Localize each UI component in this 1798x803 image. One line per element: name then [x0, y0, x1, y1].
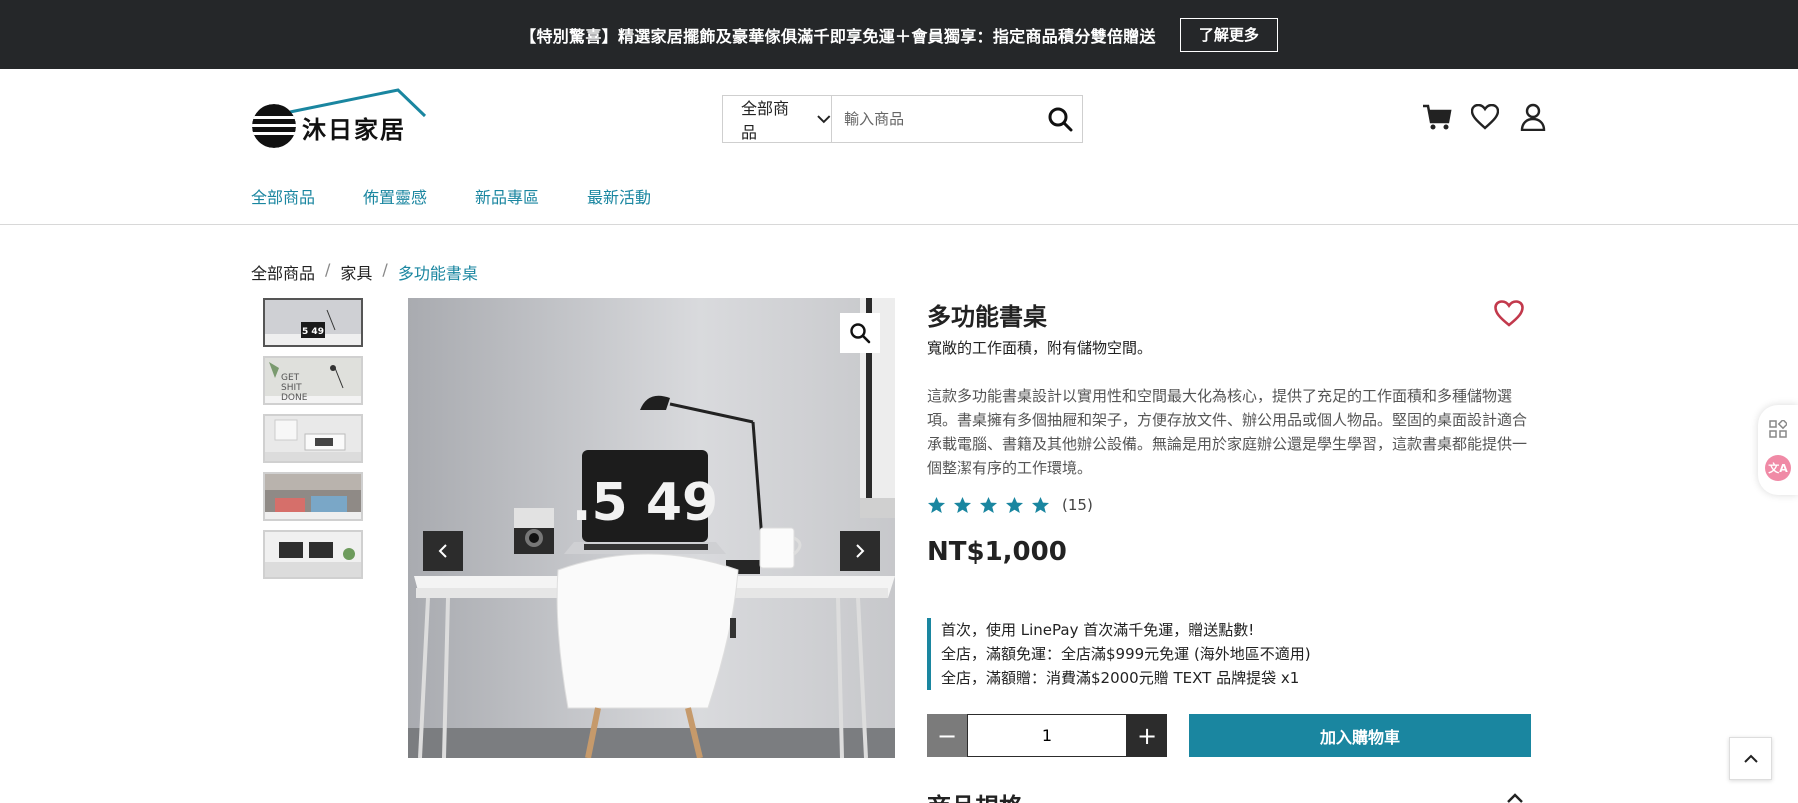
breadcrumb-current: 多功能書桌: [397, 264, 478, 283]
brand-name: 沐日家居: [302, 116, 406, 144]
promotion-item: 首次，使用 LinePay 首次滿千免運，贈送點數!: [941, 621, 1255, 639]
svg-text:SHIT: SHIT: [281, 383, 302, 393]
breadcrumb-separator: /: [382, 260, 388, 279]
breadcrumb: 全部商品 / 家具 / 多功能書桌: [251, 260, 478, 284]
thumb-clock-text: 5 49: [302, 327, 324, 337]
product-subtitle: 寬敞的工作面積，附有儲物空間。: [927, 339, 1153, 357]
search-input[interactable]: [832, 96, 1039, 142]
thumbnail-2[interactable]: GET SHIT DONE: [263, 356, 363, 405]
star-icon: [953, 496, 972, 514]
product-title: 多功能書桌: [927, 303, 1047, 331]
nav-item-all-products[interactable]: 全部商品: [251, 184, 315, 208]
quantity-decrease-button[interactable]: −: [927, 714, 967, 757]
breadcrumb-separator: /: [325, 260, 331, 279]
chevron-left-icon: [438, 544, 447, 558]
brand-logo[interactable]: 沐日家居: [250, 86, 430, 152]
heart-icon[interactable]: [1470, 101, 1500, 133]
promotion-item: 全店，滿額免運：全店滿$999元免運 (海外地區不適用): [941, 645, 1311, 663]
promotion-item: 全店，滿額贈：消費滿$2000元贈 TEXT 品牌提袋 x1: [941, 669, 1300, 687]
apps-icon[interactable]: [1769, 419, 1787, 438]
search-icon[interactable]: [1038, 96, 1082, 142]
translate-icon[interactable]: 文A: [1765, 454, 1791, 481]
back-to-top-button[interactable]: [1729, 737, 1772, 780]
star-icon: [979, 496, 998, 514]
image-prev-button[interactable]: [423, 531, 463, 571]
star-icon: [1005, 496, 1024, 514]
zoom-icon[interactable]: [840, 313, 880, 353]
cart-icon[interactable]: [1422, 101, 1452, 133]
search-category-label: 全部商品: [741, 99, 790, 142]
review-count: (15): [1062, 496, 1093, 514]
product-rating[interactable]: (15): [927, 496, 1093, 514]
quantity-increase-button[interactable]: +: [1127, 714, 1167, 757]
spec-section-heading[interactable]: 商品規格: [927, 787, 1023, 803]
thumbnail-1[interactable]: 5 49: [263, 298, 363, 347]
image-next-button[interactable]: [840, 531, 880, 571]
product-main-image[interactable]: .5 49: [408, 298, 895, 758]
nav-item-events[interactable]: 最新活動: [587, 184, 651, 208]
thumbnail-5[interactable]: [263, 530, 363, 579]
main-nav: 全部商品 佈置靈感 新品專區 最新活動: [251, 184, 651, 208]
add-to-cart-button[interactable]: 加入購物車: [1189, 714, 1531, 757]
promotion-list: 首次，使用 LinePay 首次滿千免運，贈送點數! 全店，滿額免運：全店滿$9…: [927, 618, 1311, 690]
learn-more-button[interactable]: 了解更多: [1179, 17, 1278, 52]
search-category-select[interactable]: 全部商品: [723, 96, 833, 142]
announcement-text: 【特別驚喜】精選家居擺飾及豪華傢俱滿千即享免運＋會員獨享：指定商品積分雙倍贈送: [520, 26, 1156, 46]
thumbnail-4[interactable]: [263, 472, 363, 521]
thumbnail-list: 5 49 GET SHIT DONE: [263, 298, 363, 579]
svg-text:DONE: DONE: [281, 393, 308, 403]
star-icon: [1031, 496, 1050, 514]
quantity-input[interactable]: [967, 714, 1127, 757]
rating-stars: [927, 496, 1050, 514]
chevron-up-icon: [1743, 754, 1758, 763]
thumb-poster-text: GET: [281, 373, 300, 383]
nav-divider: [0, 224, 1798, 225]
laptop-clock-text: .5 49: [572, 473, 718, 533]
nav-item-inspiration[interactable]: 佈置靈感: [363, 184, 427, 208]
quantity-stepper: − +: [927, 714, 1167, 757]
chevron-down-icon: [816, 115, 830, 124]
nav-item-new-arrivals[interactable]: 新品專區: [475, 184, 539, 208]
header-icons: [1422, 101, 1548, 133]
announcement-bar: 【特別驚喜】精選家居擺飾及豪華傢俱滿千即享免運＋會員獨享：指定商品積分雙倍贈送 …: [0, 0, 1798, 69]
breadcrumb-item-furniture[interactable]: 家具: [340, 260, 372, 284]
thumbnail-3[interactable]: [263, 414, 363, 463]
product-price: NT$1,000: [927, 537, 1067, 567]
product-description: 這款多功能書桌設計以實用性和空間最大化為核心，提供了充足的工作面積和多種儲物選項…: [927, 387, 1528, 477]
chevron-right-icon: [856, 544, 865, 558]
user-icon[interactable]: [1518, 101, 1548, 133]
star-icon: [927, 496, 946, 514]
chevron-up-icon[interactable]: [1506, 792, 1524, 803]
wishlist-heart-icon[interactable]: [1493, 298, 1525, 328]
search-bar: 全部商品: [722, 95, 1083, 143]
side-float-widget: 文A: [1758, 405, 1798, 495]
breadcrumb-item-all[interactable]: 全部商品: [251, 260, 315, 284]
